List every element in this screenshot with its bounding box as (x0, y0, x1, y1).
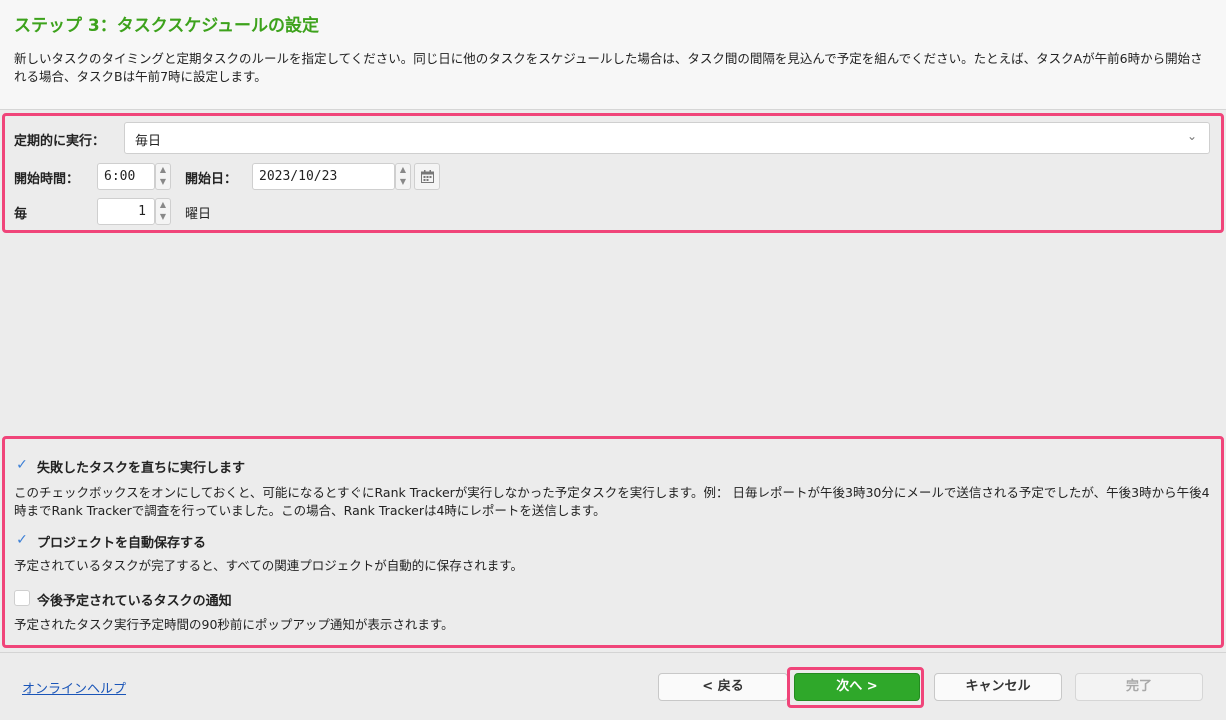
page-description: 新しいタスクのタイミングと定期タスクのルールを指定してください。同じ日に他のタス… (14, 51, 1203, 84)
cancel-button[interactable]: キャンセル (934, 673, 1062, 701)
repeat-label: 定期的に実行： (14, 134, 106, 149)
autosave-checkbox[interactable]: ✓ (14, 532, 30, 548)
start-date-stepper[interactable]: ▲ ▼ (395, 163, 411, 190)
calendar-button[interactable] (414, 163, 440, 190)
header: ステップ 3：タスクスケジュールの設定 新しいタスクのタイミングと定期タスクのル… (0, 0, 1226, 110)
next-button[interactable]: 次へ > (794, 673, 920, 701)
every-stepper[interactable]: ▲ ▼ (155, 198, 171, 225)
online-help-link[interactable]: オンラインヘルプ (22, 678, 126, 697)
every-unit: 曜日 (185, 207, 212, 222)
start-time-label: 開始時間： (14, 172, 80, 187)
chevron-down-icon: ⌄ (1186, 129, 1197, 143)
repeat-select[interactable]: 毎日 ⌄ (124, 122, 1210, 154)
back-button[interactable]: < 戻る (658, 673, 788, 701)
retry-failed-description: このチェックボックスをオンにしておくと、可能になるとすぐにRank Tracke… (14, 485, 1210, 518)
notify-checkbox[interactable] (14, 590, 30, 606)
autosave-label: プロジェクトを自動保存する (37, 536, 207, 551)
every-label: 毎 (14, 207, 28, 222)
every-input[interactable]: 1 (97, 198, 155, 225)
start-date-label: 開始日： (185, 172, 238, 187)
start-time-stepper[interactable]: ▲ ▼ (155, 163, 171, 190)
retry-failed-label: 失敗したタスクを直ちに実行します (37, 461, 246, 476)
calendar-icon (421, 170, 434, 183)
page-title: ステップ 3：タスクスケジュールの設定 (14, 16, 320, 36)
start-date-input[interactable]: 2023/10/23 (252, 163, 395, 190)
repeat-select-value: 毎日 (135, 134, 162, 149)
start-time-input[interactable]: 6:00 (97, 163, 155, 190)
notify-description: 予定されたタスク実行予定時間の90秒前にポップアップ通知が表示されます。 (14, 617, 454, 632)
autosave-description: 予定されているタスクが完了すると、すべての関連プロジェクトが自動的に保存されます… (14, 558, 524, 573)
notify-label: 今後予定されているタスクの通知 (37, 594, 232, 609)
footer-divider (0, 652, 1226, 653)
finish-button[interactable]: 完了 (1075, 673, 1203, 701)
retry-failed-checkbox[interactable]: ✓ (14, 457, 30, 473)
